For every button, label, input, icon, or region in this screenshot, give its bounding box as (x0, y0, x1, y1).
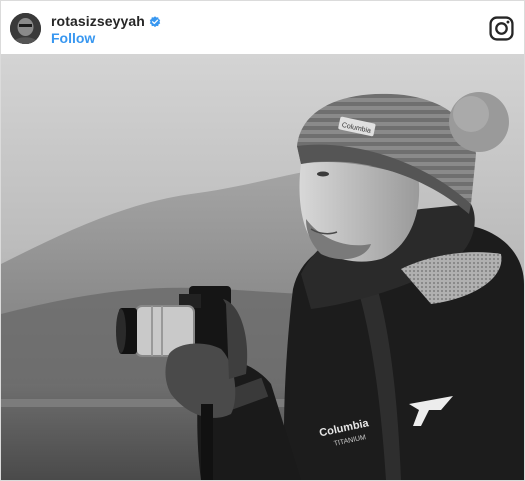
username-row: rotasizseyyah (51, 13, 161, 29)
follow-button[interactable]: Follow (51, 30, 95, 46)
post-photo[interactable]: Columbia Columbia TITANIUM (1, 54, 524, 480)
username-link[interactable]: rotasizseyyah (51, 13, 145, 29)
avatar[interactable] (10, 13, 41, 44)
instagram-icon[interactable] (489, 16, 514, 41)
post-header: rotasizseyyah Follow (1, 1, 524, 54)
verified-badge-icon (149, 15, 161, 28)
instagram-embed-card: rotasizseyyah Follow Columbia Columbia T… (0, 0, 525, 481)
